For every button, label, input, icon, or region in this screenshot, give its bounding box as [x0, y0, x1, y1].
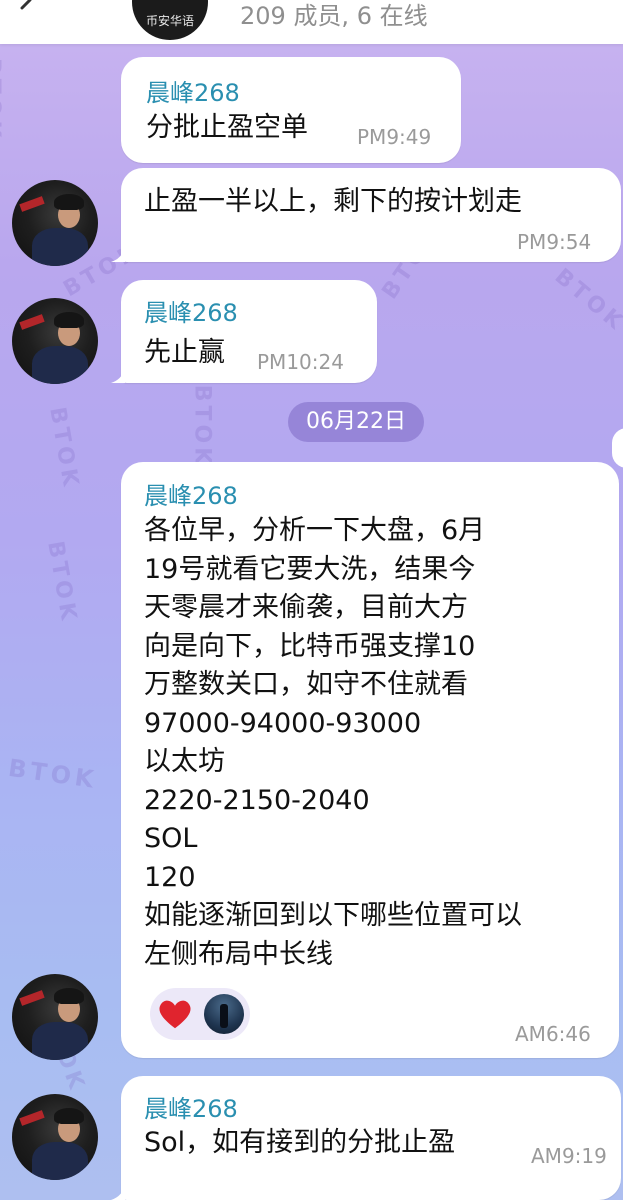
sender-name[interactable]: 晨峰268 — [144, 293, 238, 328]
message-bubble[interactable]: 晨峰268 各位早，分析一下大盘，6月 19号就看它要大洗，结果今 天零晨才来偷… — [121, 462, 619, 1058]
avatar-detail — [54, 988, 84, 1004]
sender-name[interactable]: 晨峰268 — [146, 73, 240, 108]
sender-avatar[interactable] — [12, 974, 98, 1060]
message-bubble[interactable]: 晨峰268 先止赢 PM10:24 — [111, 280, 377, 383]
avatar-detail — [32, 1142, 88, 1180]
watermark: BTOK — [44, 405, 84, 492]
avatar-detail — [54, 312, 84, 328]
reactor-avatar[interactable] — [204, 994, 244, 1034]
watermark: BTOK — [42, 539, 82, 626]
message-time: PM9:49 — [357, 125, 432, 149]
group-avatar-label: 币安华语 — [145, 14, 194, 28]
message-text: 先止赢 — [144, 337, 225, 368]
avatar-detail — [19, 314, 45, 330]
bubble-tail — [111, 1184, 125, 1200]
message-bubble[interactable]: 止盈一半以上，剩下的按计划走 PM9:54 — [111, 168, 621, 262]
message-bubble[interactable]: 晨峰268 Sol，如有接到的分批止盈 AM9:19 — [111, 1076, 621, 1200]
avatar-detail — [54, 194, 84, 210]
group-avatar[interactable]: 币安华语 — [132, 0, 208, 40]
member-status[interactable]: 209 成员, 6 在线 — [240, 0, 428, 31]
partial-bubble — [612, 428, 623, 468]
chat-header: 币安华语 209 成员, 6 在线 — [0, 0, 623, 44]
sender-avatar[interactable] — [12, 298, 98, 384]
bubble-tail — [111, 246, 125, 262]
avatar-detail — [32, 1022, 88, 1060]
message-time: PM9:54 — [517, 230, 592, 254]
message-time: PM10:24 — [257, 350, 344, 374]
watermark: BTOK — [549, 264, 623, 337]
watermark: BTOK — [189, 384, 215, 469]
message-bubble[interactable]: 晨峰268 分批止盈空单 PM9:49 — [121, 57, 461, 163]
avatar-detail — [32, 228, 88, 266]
message-time: AM9:19 — [531, 1144, 607, 1168]
avatar-detail — [19, 1110, 45, 1126]
sender-avatar[interactable] — [12, 1094, 98, 1180]
sender-name[interactable]: 晨峰268 — [144, 1089, 238, 1124]
sender-name[interactable]: 晨峰268 — [144, 476, 238, 511]
avatar-detail — [19, 196, 45, 212]
heart-icon[interactable] — [156, 995, 194, 1033]
message-reactions[interactable] — [150, 988, 250, 1040]
message-text: 各位早，分析一下大盘，6月 19号就看它要大洗，结果今 天零晨才来偷袭，目前大方… — [144, 515, 522, 970]
avatar-detail — [54, 1108, 84, 1124]
bubble-tail — [111, 367, 125, 383]
message-time: AM6:46 — [515, 1022, 591, 1046]
watermark: BTOK — [6, 753, 100, 795]
date-separator: 06月22日 — [288, 402, 424, 442]
watermark: BTOK — [0, 58, 4, 142]
avatar-detail — [19, 990, 45, 1006]
sender-avatar[interactable] — [12, 180, 98, 266]
back-arrow-icon[interactable] — [0, 0, 40, 20]
avatar-detail — [220, 1004, 228, 1028]
message-text: 止盈一半以上，剩下的按计划走 — [144, 186, 522, 217]
avatar-detail — [32, 346, 88, 384]
message-text: 分批止盈空单 — [146, 112, 308, 143]
message-text: Sol，如有接到的分批止盈 — [144, 1127, 456, 1158]
